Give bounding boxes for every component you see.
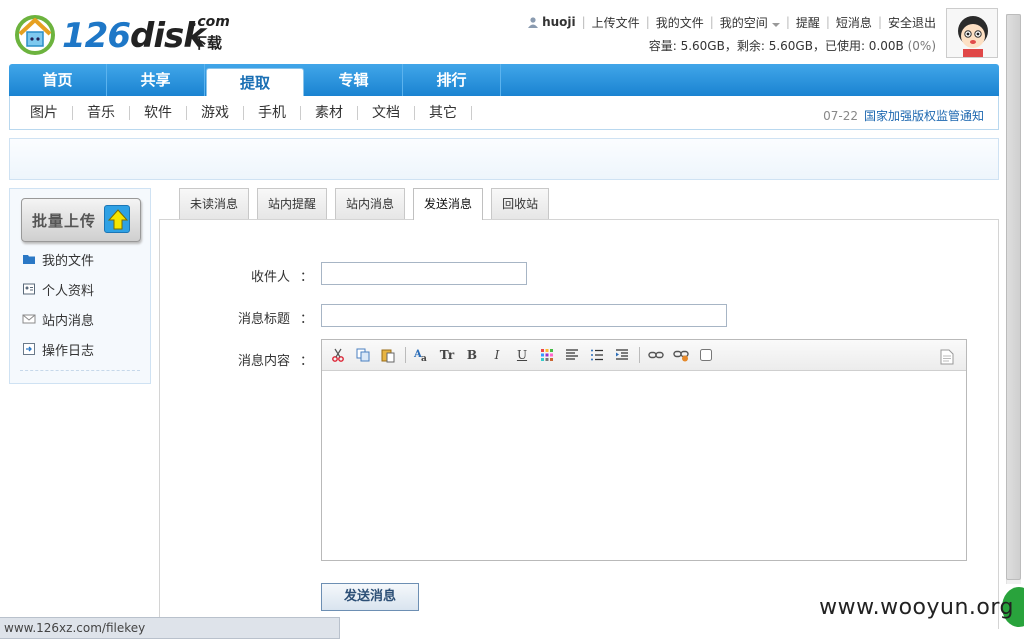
main-nav: 首页 共享 提取 专辑 排行 (9, 64, 999, 96)
copy-icon[interactable] (353, 345, 373, 365)
id-card-icon (23, 283, 35, 295)
my-space-link[interactable]: 我的空间 (720, 14, 780, 31)
colon: ： (300, 270, 314, 285)
divider: | (825, 15, 830, 29)
subnav-item-music[interactable]: 音乐 (73, 105, 130, 120)
batch-upload-label: 批量上传 (32, 212, 97, 230)
sidebar-item-my-files[interactable]: 我的文件 (22, 250, 94, 269)
tab-send-message[interactable]: 发送消息 (413, 188, 484, 220)
sidebar-divider (20, 370, 140, 371)
font-family-icon[interactable]: Aa (412, 345, 432, 365)
svg-text:a: a (421, 354, 427, 363)
text-color-icon[interactable] (537, 345, 557, 365)
paste-icon[interactable] (378, 345, 398, 365)
upload-files-link[interactable]: 上传文件 (592, 14, 640, 31)
batch-upload-button[interactable]: 批量上传 (21, 198, 141, 242)
logo-wordmark: 126disk (62, 16, 206, 56)
cut-icon[interactable] (328, 345, 348, 365)
sidebar-item-activity-log[interactable]: 操作日志 (22, 340, 94, 359)
indent-icon[interactable] (612, 345, 632, 365)
logo-download: 下载 (192, 34, 223, 52)
scrollbar-thumb[interactable] (1006, 14, 1021, 580)
sidebar: 批量上传 我的文件 个人资料 站内消息 操作日志 (9, 188, 151, 384)
source-code-icon[interactable] (937, 347, 957, 367)
subnav-item-software[interactable]: 软件 (130, 105, 187, 120)
italic-icon[interactable]: I (487, 345, 507, 365)
divider: | (785, 15, 790, 29)
message-tabs: 未读消息 站内提醒 站内消息 发送消息 回收站 (179, 188, 557, 220)
list-icon[interactable] (587, 345, 607, 365)
tab-site-reminders[interactable]: 站内提醒 (257, 188, 328, 219)
subnav-item-games[interactable]: 游戏 (187, 105, 244, 120)
banner-area (9, 138, 999, 180)
chevron-down-icon (771, 22, 780, 27)
notice-text: 国家加强版权监管通知 (863, 109, 984, 123)
tab-unread[interactable]: 未读消息 (179, 188, 250, 219)
short-message-link[interactable]: 短消息 (836, 14, 872, 31)
nav-tab-share[interactable]: 共享 (107, 64, 205, 96)
nav-tab-extract[interactable]: 提取 (206, 68, 304, 96)
logo-com: .com (192, 14, 230, 30)
reminder-link[interactable]: 提醒 (796, 14, 820, 31)
toolbar-divider (639, 347, 640, 363)
nav-tab-ranking[interactable]: 排行 (403, 64, 501, 96)
browser-status-bar: www.126xz.com/filekey (0, 617, 340, 639)
nav-tab-home[interactable]: 首页 (9, 64, 107, 96)
log-icon (23, 343, 35, 355)
font-size-icon[interactable]: Tr (437, 345, 457, 365)
subject-label: 消息标题 (237, 312, 290, 327)
rich-text-editor: Aa Tr B I U (321, 339, 967, 561)
page: 126disk .com 下载 huoji | 上传文件 | 我的文件 | 我的… (0, 0, 1024, 639)
sidebar-item-messages[interactable]: 站内消息 (22, 310, 94, 329)
colon: ： (300, 354, 314, 369)
subnav-item-mobile[interactable]: 手机 (244, 105, 301, 120)
colon: ： (300, 312, 314, 327)
site-logo[interactable]: 126disk .com 下载 (12, 10, 232, 58)
editor-body[interactable] (322, 371, 966, 560)
divider: | (709, 15, 714, 29)
logout-link[interactable]: 安全退出 (888, 14, 936, 31)
top-user-links: huoji | 上传文件 | 我的文件 | 我的空间 | 提醒 | 短消息 | … (527, 14, 936, 30)
subnav-item-materials[interactable]: 素材 (301, 105, 358, 120)
envelope-icon (22, 314, 36, 324)
tab-recycle-bin[interactable]: 回收站 (491, 188, 550, 219)
bold-icon[interactable]: B (462, 345, 482, 365)
notice-date: 07-22 (823, 109, 858, 123)
link-icon[interactable] (646, 345, 666, 365)
username-link[interactable]: huoji (527, 15, 576, 29)
subnav-item-documents[interactable]: 文档 (358, 105, 415, 120)
unlink-icon[interactable] (671, 345, 691, 365)
recipient-input[interactable] (321, 262, 527, 285)
divider: | (877, 15, 882, 29)
checkbox-icon[interactable] (696, 345, 716, 365)
my-files-link[interactable]: 我的文件 (656, 14, 704, 31)
tab-site-messages[interactable]: 站内消息 (335, 188, 406, 219)
news-notice[interactable]: 07-22 国家加强版权监管通知 (823, 107, 984, 124)
avatar-cartoon-icon (947, 9, 997, 57)
nav-tab-album[interactable]: 专辑 (305, 64, 403, 96)
subnav-item-other[interactable]: 其它 (415, 105, 472, 120)
divider: | (645, 15, 650, 29)
content-label: 消息内容 (237, 354, 290, 369)
avatar[interactable] (946, 8, 998, 58)
subject-input[interactable] (321, 304, 727, 327)
watermark-text: www.wooyun.org (819, 595, 1014, 620)
sub-nav: 图片 音乐 软件 游戏 手机 素材 文档 其它 07-22 国家加强版权监管通知 (9, 96, 999, 130)
upload-arrow-icon (104, 205, 130, 233)
subnav-item-images[interactable]: 图片 (10, 105, 73, 120)
recipient-label: 收件人 (250, 270, 290, 285)
folder-icon (23, 255, 35, 264)
divider: | (581, 15, 586, 29)
editor-toolbar: Aa Tr B I U (322, 340, 966, 371)
send-message-button[interactable]: 发送消息 (321, 583, 419, 611)
house-logo-icon (15, 15, 55, 55)
toolbar-divider (405, 347, 406, 363)
user-icon (528, 17, 539, 28)
storage-quota: 容量: 5.60GB，剩余: 5.60GB，已使用: 0.00B (0%) (648, 39, 936, 53)
align-icon[interactable] (562, 345, 582, 365)
sidebar-item-profile[interactable]: 个人资料 (22, 280, 94, 299)
underline-icon[interactable]: U (512, 345, 532, 365)
